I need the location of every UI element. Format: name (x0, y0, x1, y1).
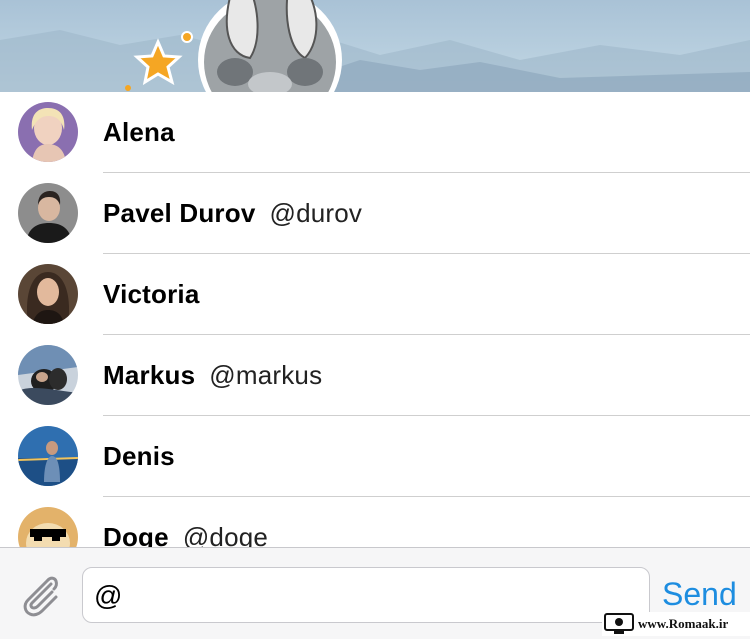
watermark: www.Romaak.ir (602, 612, 750, 636)
mention-item-denis[interactable]: Denis (0, 416, 750, 497)
mention-name: Pavel Durov @durov (103, 197, 362, 229)
contact-username: @markus (209, 360, 323, 390)
avatar (18, 345, 78, 405)
contact-name: Alena (103, 117, 175, 147)
mention-item-pavel-durov[interactable]: Pavel Durov @durov (0, 173, 750, 254)
monitor-icon (604, 613, 634, 634)
paperclip-icon[interactable] (14, 570, 64, 620)
mention-item-alena[interactable]: Alena (0, 92, 750, 173)
message-input[interactable]: @ (82, 567, 650, 623)
mention-name: Denis (103, 440, 189, 472)
mention-name: Doge @doge (103, 521, 268, 547)
mention-item-victoria[interactable]: Victoria (0, 254, 750, 335)
mention-suggestion-list: Alena Pavel Durov @durov Victoria Markus… (0, 92, 750, 547)
watermark-text: www.Romaak.ir (638, 616, 729, 631)
contact-name: Pavel Durov (103, 198, 256, 228)
contact-username: @doge (182, 522, 269, 547)
mention-name: Victoria (103, 278, 214, 310)
contact-username: @durov (269, 198, 363, 228)
mention-item-doge[interactable]: Doge @doge (0, 497, 750, 547)
contact-name: Doge (103, 522, 169, 547)
mention-name: Markus @markus (103, 359, 322, 391)
avatar (18, 183, 78, 243)
avatar (18, 507, 78, 547)
contact-name: Victoria (103, 279, 200, 309)
send-button[interactable]: Send (662, 574, 737, 614)
mention-item-markus[interactable]: Markus @markus (0, 335, 750, 416)
sticker-bunny-image (0, 0, 750, 92)
contact-name: Denis (103, 441, 175, 471)
contact-name: Markus (103, 360, 196, 390)
avatar (18, 102, 78, 162)
chat-background (0, 0, 750, 92)
avatar (18, 426, 78, 486)
mention-name: Alena (103, 116, 189, 148)
avatar (18, 264, 78, 324)
